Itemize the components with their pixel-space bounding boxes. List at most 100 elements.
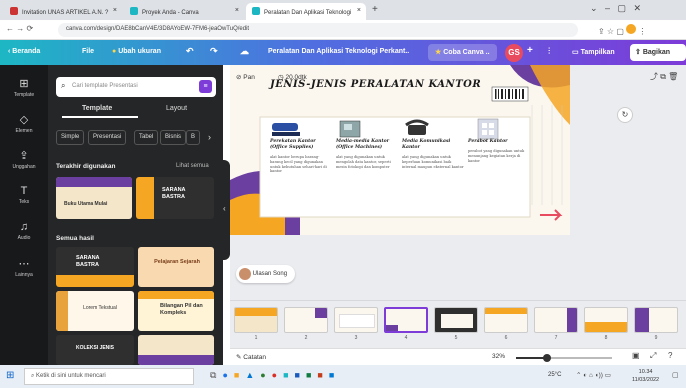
template-thumb[interactable]: Bilangan Pil dan Kompleks — [138, 291, 214, 331]
close-icon[interactable]: × — [113, 7, 117, 14]
template-thumb[interactable]: SARANA BASTRA — [136, 177, 214, 219]
refresh-icon[interactable]: ↻ — [617, 107, 633, 123]
add-collaborator-button[interactable]: + — [527, 45, 533, 56]
template-thumb[interactable]: KOLEKSI JENIS — [56, 335, 134, 365]
rail-uploads[interactable]: ⇪ Unggahan — [0, 149, 48, 170]
document-title[interactable]: Peralatan Dan Aplikasi Teknologi Perkant… — [268, 48, 409, 55]
see-all-link[interactable]: Lihat semua — [176, 163, 209, 169]
editor-status-bar: ✎ Catatan 32% ▣ ⤢ ? — [230, 348, 686, 365]
page-number: 3 — [354, 335, 358, 341]
resize-label: Ubah ukuran — [118, 48, 161, 55]
star-icon: ★ — [435, 49, 442, 56]
template-thumb[interactable]: Pelajaran Sejarah — [138, 247, 214, 287]
close-icon[interactable]: × — [235, 7, 239, 14]
window-controls[interactable]: ⌄ – ▢ ✕ — [590, 3, 641, 14]
address-bar-row: ← → ⟳ canva.com/design/DAE8bCanV4E/3D8AY… — [0, 20, 686, 40]
redo-button[interactable]: ↷ — [210, 46, 218, 57]
browser-tab-strip: Invitation UNAS ARTIKEL A.N. ? × Proyek A… — [0, 0, 686, 20]
collaborator-name: Ulasan Song — [252, 271, 288, 277]
avatar[interactable]: GS — [505, 44, 523, 62]
collaborator-chip[interactable]: Ulasan Song — [236, 265, 296, 283]
rail-template[interactable]: ⊞ Template — [0, 77, 48, 98]
template-thumb[interactable]: Buku Utama Mulai — [56, 177, 132, 219]
filter-chip[interactable]: B — [186, 130, 201, 145]
page-thumb[interactable] — [234, 307, 278, 333]
rail-elements[interactable]: ◇ Elemen — [0, 113, 48, 134]
taskbar-search-input[interactable]: ⌕ Ketik di sini untuk mencari — [24, 368, 194, 385]
home-button[interactable]: ‹ Beranda — [8, 48, 40, 55]
tab-template[interactable]: Template — [82, 105, 112, 112]
rail-audio[interactable]: ♫ Audio — [0, 221, 48, 241]
template-thumb[interactable]: Lorem Tekstual — [56, 291, 134, 331]
page-thumb-selected[interactable] — [384, 307, 428, 333]
item-heading: Perekatan Kantor (Office Supplies) — [270, 139, 316, 150]
help-icon[interactable]: ? — [668, 351, 672, 360]
rail-label: Lainnya — [15, 272, 33, 278]
rail-text[interactable]: T Teks — [0, 185, 48, 205]
notes-button[interactable]: ✎ Catatan — [236, 353, 266, 361]
template-thumb[interactable] — [138, 335, 214, 365]
browser-tab[interactable]: Invitation UNAS ARTIKEL A.N. ? × — [4, 3, 122, 20]
browser-tab[interactable]: Proyek Anda - Canva × — [124, 3, 244, 20]
browser-tab-active[interactable]: Peralatan Dan Aplikasi Teknologi × — [246, 3, 366, 20]
tray-icons[interactable]: ⌃ ◐ ⌂ ◖)) ▭ — [576, 371, 611, 379]
page-grid-icon[interactable]: ▣ — [632, 351, 640, 360]
slide-canvas[interactable]: JENIS-JENIS PERALATAN KANTOR Perekatan K… — [230, 65, 570, 235]
template-thumb[interactable]: SARANA BASTRA — [56, 247, 134, 287]
upload-icon: ⇪ — [19, 150, 29, 162]
zoom-value[interactable]: 32% — [492, 353, 505, 360]
share-button[interactable]: ⇧ Bagikan — [630, 44, 686, 61]
fullscreen-icon[interactable]: ⤢ — [650, 351, 656, 361]
filter-chip[interactable]: Simple — [56, 130, 85, 145]
close-icon[interactable]: × — [357, 7, 361, 14]
cloud-save-icon[interactable]: ☁ — [240, 46, 249, 57]
home-label: Beranda — [12, 48, 41, 55]
page-thumb[interactable] — [584, 307, 628, 333]
weather-indicator[interactable]: 25°C — [548, 372, 561, 378]
thumb-title: SARANA BASTRA — [76, 255, 100, 268]
browser-extensions-icon[interactable]: ⇪ ☆ ▢ ⋮ — [598, 24, 646, 36]
slide-item: Media-media Kantor (Office Machines) alat… — [336, 139, 398, 169]
page-number: 7 — [554, 335, 558, 341]
template-search-input[interactable]: ⌕ Cari template Presentasi ≡ — [56, 77, 216, 97]
panel-collapse-handle[interactable]: ‹ — [222, 160, 230, 260]
present-button[interactable]: ▭ Tampilkan — [572, 48, 615, 56]
filter-chip[interactable]: Presentasi — [88, 130, 127, 145]
tab-label: Invitation UNAS ARTIKEL A.N. ? — [22, 10, 109, 16]
resize-button[interactable]: ● Ubah ukuran — [112, 48, 161, 55]
tab-layout[interactable]: Layout — [166, 105, 187, 112]
windows-start-icon[interactable]: ⊞ — [6, 370, 14, 381]
nav-arrows-icon[interactable]: ← → ⟳ — [6, 24, 33, 33]
page-number: 9 — [654, 335, 658, 341]
zoom-slider-handle[interactable] — [542, 354, 551, 362]
os-taskbar: ⊞ ⌕ Ketik di sini untuk mencari ⧉●■▲●●■■… — [0, 365, 686, 388]
audio-icon: ♫ — [19, 221, 29, 233]
filter-chip[interactable]: Bisnis — [160, 130, 187, 145]
page-thumb[interactable] — [284, 307, 328, 333]
cabinet-icon — [477, 118, 499, 140]
page-thumb[interactable] — [534, 307, 578, 333]
share-icon: ⇧ — [635, 49, 641, 56]
undo-button[interactable]: ↶ — [186, 46, 194, 57]
chevron-right-icon[interactable]: › — [208, 132, 211, 142]
rail-more[interactable]: ⋯ Lainnya — [0, 257, 48, 278]
try-pro-button[interactable]: ★ Coba Canva .. — [428, 44, 497, 61]
page-thumb[interactable] — [634, 307, 678, 333]
notification-icon[interactable]: ▢ — [672, 371, 679, 379]
page-thumb[interactable] — [434, 307, 478, 333]
file-menu[interactable]: File — [82, 48, 94, 55]
item-description: alat yang digunakan untuk mengolah data … — [336, 155, 391, 169]
stapler-icon — [272, 123, 300, 136]
taskbar-app-icons[interactable]: ⧉●■▲●●■■■■■ — [210, 370, 340, 381]
page-thumb[interactable] — [334, 307, 378, 333]
search-icon: ⌕ — [31, 373, 35, 379]
url-field[interactable]: canva.com/design/DAE8bCanV4E/3D8AYoEW-7F… — [58, 23, 578, 37]
filter-icon[interactable]: ≡ — [199, 80, 212, 93]
page-thumb[interactable] — [484, 307, 528, 333]
filter-chip[interactable]: Tabel — [134, 130, 159, 145]
new-tab-icon[interactable]: + — [372, 4, 378, 15]
insights-icon[interactable]: ⫶ — [548, 46, 550, 57]
page-actions[interactable]: ⤴ ⧉ 🗑 — [650, 71, 678, 82]
rail-label: Audio — [17, 235, 31, 241]
clock[interactable]: 10.34 11/03/2022 — [632, 368, 659, 384]
